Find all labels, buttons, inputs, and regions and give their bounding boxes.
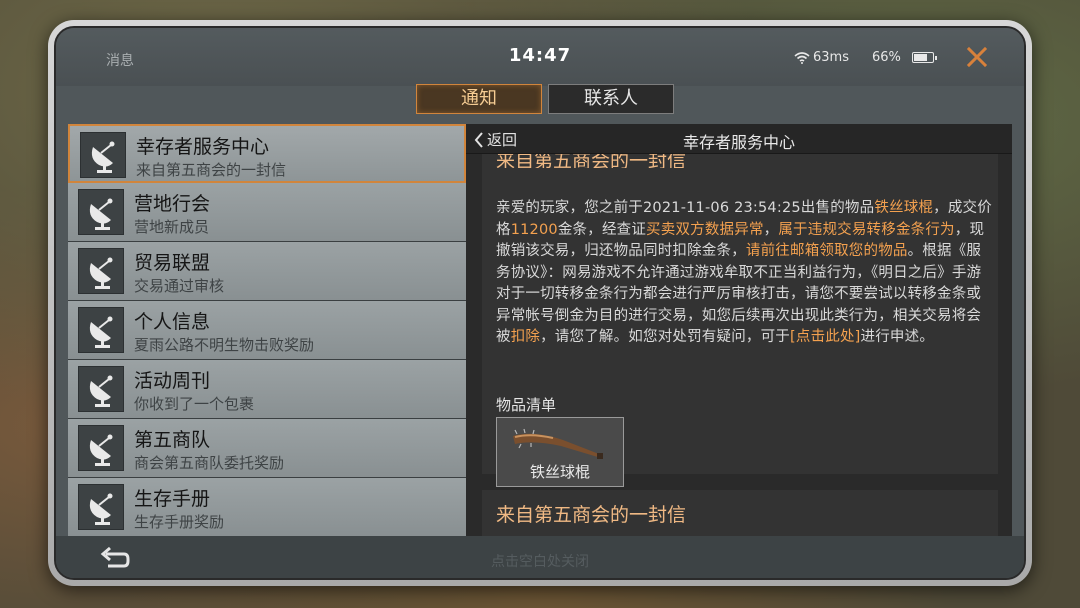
- status-bar: 消息 14:47 63ms 66%: [56, 28, 1024, 86]
- body-text: ，: [763, 221, 779, 238]
- list-item-subtitle: 营地新成员: [134, 218, 210, 236]
- body-highlight: 请前往邮箱领取您的物品: [745, 243, 908, 259]
- list-item-subtitle: 商会第五商队委托奖励: [134, 454, 285, 472]
- list-item-subtitle: 生存手册奖励: [134, 513, 225, 531]
- message-panel: 返回 幸存者服务中心 来自第五商会的一封信 亲爱的玩家，您之前于2021-11-…: [466, 124, 1012, 536]
- battery-icon: [912, 52, 937, 63]
- list-item-camp-guild[interactable]: 营地行会 营地新成员: [68, 183, 466, 242]
- list-item-title: 贸易联盟: [134, 252, 211, 274]
- body-highlight: 铁丝球棍: [874, 200, 934, 216]
- mail-body: 亲爱的玩家，您之前于2021-11-06 23:54:25出售的物品铁丝球棍，成…: [496, 198, 992, 349]
- mail-scroll-area[interactable]: 来自第五商会的一封信 亲爱的玩家，您之前于2021-11-06 23:54:25…: [482, 154, 998, 536]
- satellite-dish-icon: [78, 248, 124, 294]
- mail-card: 来自第五商会的一封信 亲爱的玩家，您之前于2021-11-06 23:54:25…: [482, 154, 998, 487]
- body-highlight: 扣除: [510, 329, 541, 345]
- list-item-weekly-events[interactable]: 活动周刊 你收到了一个包裹: [68, 360, 466, 419]
- list-item-title: 个人信息: [134, 311, 211, 333]
- list-item-subtitle: 你收到了一个包裹: [134, 395, 255, 413]
- network-status: 63ms: [794, 50, 849, 65]
- list-item-title: 幸存者服务中心: [136, 136, 270, 158]
- tab-bar: 通知 联系人: [416, 84, 674, 114]
- satellite-dish-icon: [78, 484, 124, 530]
- battery-percent: 66%: [872, 50, 901, 65]
- item-slot[interactable]: 铁丝球棍: [496, 417, 624, 487]
- list-item-subtitle: 来自第五商会的一封信: [136, 161, 287, 179]
- body-text: 进行申述。: [860, 329, 935, 345]
- spiked-bat-icon: [513, 428, 603, 459]
- sender-list: 幸存者服务中心 来自第五商会的一封信 营地行会 营地新成员 贸易联盟 交易通过审…: [68, 124, 466, 536]
- mail-card-next[interactable]: 来自第五商会的一封信: [482, 490, 998, 536]
- body-text: 金条，经查证: [557, 221, 647, 238]
- wifi-icon: [794, 51, 810, 64]
- panel-title: 幸存者服务中心: [682, 133, 795, 152]
- bottom-bar: 点击空白处关闭: [56, 536, 1024, 578]
- list-item-survivor-service[interactable]: 幸存者服务中心 来自第五商会的一封信: [68, 124, 466, 183]
- satellite-dish-icon: [80, 132, 126, 178]
- satellite-dish-icon: [78, 425, 124, 471]
- list-item-title: 营地行会: [134, 193, 211, 215]
- body-highlight: 买卖双方数据异常: [646, 221, 764, 238]
- close-icon: [966, 46, 988, 68]
- list-item-title: 第五商队: [134, 429, 211, 451]
- body-text: 亲爱的玩家，您之前于2021-11-06 23:54:25出售的物品: [496, 200, 875, 216]
- satellite-dish-icon: [78, 366, 124, 412]
- mail-subject-next: 来自第五商会的一封信: [496, 504, 687, 526]
- satellite-dish-icon: [78, 307, 124, 353]
- body-text: ，请您了解。如您对处罚有疑问，可于: [540, 329, 791, 345]
- list-item-title: 活动周刊: [134, 370, 211, 392]
- device-frame: 消息 14:47 63ms 66% 通知 联系人 幸存者服务中心 来自第五商会的…: [48, 20, 1032, 586]
- list-item-fifth-caravan[interactable]: 第五商队 商会第五商队委托奖励: [68, 419, 466, 478]
- close-hint: 点击空白处关闭: [491, 554, 589, 570]
- list-item-personal-info[interactable]: 个人信息 夏雨公路不明生物击败奖励: [68, 301, 466, 360]
- item-name: 铁丝球棍: [529, 463, 590, 481]
- ping-value: 63ms: [813, 50, 849, 65]
- items-label: 物品清单: [496, 396, 557, 414]
- panel-header: 返回 幸存者服务中心: [466, 124, 1012, 154]
- body-highlight: 11200: [510, 221, 558, 238]
- appeal-link[interactable]: [点击此处]: [790, 329, 861, 345]
- list-item-trade-union[interactable]: 贸易联盟 交易通过审核: [68, 242, 466, 301]
- tab-notifications[interactable]: 通知: [416, 84, 542, 114]
- list-item-title: 生存手册: [134, 488, 211, 510]
- close-button[interactable]: [962, 42, 992, 72]
- list-item-subtitle: 交易通过审核: [134, 277, 225, 295]
- body-highlight: 属于违规交易转移金条行为: [778, 221, 955, 238]
- list-item-survival-guide[interactable]: 生存手册 生存手册奖励: [68, 478, 466, 536]
- tab-contacts[interactable]: 联系人: [548, 84, 674, 114]
- mail-subject: 来自第五商会的一封信: [496, 154, 687, 168]
- list-item-subtitle: 夏雨公路不明生物击败奖励: [134, 336, 315, 354]
- message-screen: 消息 14:47 63ms 66% 通知 联系人 幸存者服务中心 来自第五商会的…: [54, 26, 1026, 580]
- satellite-dish-icon: [78, 189, 124, 235]
